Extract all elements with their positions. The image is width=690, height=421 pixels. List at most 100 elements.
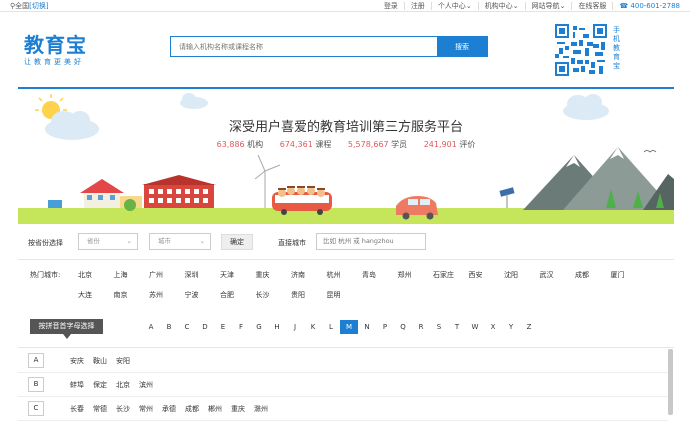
letter-r[interactable]: R (412, 320, 430, 334)
stat-students: 5,578,667 学员 (348, 140, 407, 149)
stat-value: 241,901 (423, 140, 457, 149)
city-link[interactable]: 北京 (116, 380, 130, 390)
city-link[interactable]: 石家庄 (433, 270, 469, 280)
stat-courses: 674,361 课程 (280, 140, 332, 149)
city-link[interactable]: 贵阳 (291, 290, 327, 300)
letter-w[interactable]: W (466, 320, 484, 334)
city-link[interactable]: 合肥 (220, 290, 256, 300)
city-link[interactable]: 济南 (291, 270, 327, 280)
letter-j[interactable]: J (286, 320, 304, 334)
stat-reviews: 241,901 评价 (424, 140, 476, 149)
city-link[interactable]: 上海 (114, 270, 150, 280)
city-link[interactable]: 郴州 (208, 404, 222, 414)
letter-k[interactable]: K (304, 320, 322, 334)
letter-e[interactable]: E (214, 320, 232, 334)
letter-h[interactable]: H (268, 320, 286, 334)
online-service-link[interactable]: 在线客服 (571, 2, 612, 10)
province-select[interactable]: 省份 ⌄ (78, 233, 138, 250)
letter-y[interactable]: Y (502, 320, 520, 334)
logo-slogan: 让教育更美好 (24, 58, 84, 66)
switch-location-link[interactable]: [切换] (29, 2, 48, 10)
letter-z[interactable]: Z (520, 320, 538, 334)
city-link[interactable]: 蚌埠 (70, 380, 84, 390)
city-link[interactable]: 滨州 (139, 380, 153, 390)
city-link[interactable]: 成都 (575, 270, 611, 280)
city-link[interactable]: 西安 (469, 270, 505, 280)
stat-unit: 评价 (459, 140, 476, 149)
letter-d[interactable]: D (196, 320, 214, 334)
city-link[interactable]: 重庆 (231, 404, 245, 414)
city-link[interactable]: 常德 (93, 404, 107, 414)
letter-f[interactable]: F (232, 320, 250, 334)
letter-s[interactable]: S (430, 320, 448, 334)
city-link[interactable]: 宁波 (185, 290, 221, 300)
city-link[interactable]: 长沙 (116, 404, 130, 414)
city-link[interactable]: 长沙 (256, 290, 292, 300)
city-link[interactable]: 天津 (220, 270, 256, 280)
letter-m[interactable]: M (340, 320, 358, 334)
logo-title: 教育宝 (24, 33, 87, 57)
site-nav-label: 网站导航 (531, 2, 560, 10)
city-link[interactable]: 鞍山 (93, 356, 107, 366)
letter-l[interactable]: L (322, 320, 340, 334)
province-row-c: C 长春 常德 长沙 常州 承德 成都 郴州 重庆 滁州 (18, 397, 668, 421)
letter-c[interactable]: C (178, 320, 196, 334)
letter-b[interactable]: B (160, 320, 178, 334)
org-center-label: 机构中心 (484, 2, 513, 10)
location-selector[interactable]: ⚲全国[切换] (10, 0, 49, 12)
city-search-input[interactable]: 比如 杭州 或 hangzhou (316, 233, 426, 250)
city-link[interactable]: 常州 (139, 404, 153, 414)
top-bar: ⚲全国[切换] 登录 注册 个人中心⌄ 机构中心⌄ 网站导航⌄ 在线客服 ☎ 4… (0, 0, 690, 12)
city-link[interactable]: 北京 (78, 270, 114, 280)
site-nav-menu[interactable]: 网站导航⌄ (524, 2, 572, 10)
city-link[interactable]: 滁州 (254, 404, 268, 414)
banner-illustration (18, 93, 674, 224)
search-input[interactable] (171, 37, 437, 56)
location-text: 全国 (15, 2, 30, 10)
register-link[interactable]: 注册 (403, 2, 431, 10)
city-link[interactable]: 苏州 (149, 290, 185, 300)
letter-x[interactable]: X (484, 320, 502, 334)
banner: 深受用户喜爱的教育培训第三方服务平台 63,886 机构 674,361 课程 … (18, 89, 674, 224)
city-link[interactable]: 大连 (78, 290, 114, 300)
user-center-menu[interactable]: 个人中心⌄ (430, 2, 478, 10)
city-select[interactable]: 城市 ⌄ (149, 233, 211, 250)
city-link[interactable]: 青岛 (362, 270, 398, 280)
site-logo[interactable]: 教育宝 让教育更美好 (24, 34, 87, 67)
stat-value: 674,361 (279, 140, 313, 149)
scrollbar-thumb[interactable] (668, 349, 673, 415)
city-link[interactable]: 南京 (114, 290, 150, 300)
city-link[interactable]: 广州 (149, 270, 185, 280)
city-link[interactable]: 杭州 (327, 270, 363, 280)
city-link[interactable]: 安庆 (70, 356, 84, 366)
city-link[interactable]: 昆明 (327, 290, 363, 300)
hot-cities-label: 热门城市: (30, 271, 61, 279)
city-link[interactable]: 长春 (70, 404, 84, 414)
login-link[interactable]: 登录 (378, 2, 404, 10)
letter-p[interactable]: P (376, 320, 394, 334)
city-link[interactable]: 沈阳 (504, 270, 540, 280)
letter-q[interactable]: Q (394, 320, 412, 334)
org-center-menu[interactable]: 机构中心⌄ (477, 2, 525, 10)
city-link[interactable]: 承德 (162, 404, 176, 414)
letter-t[interactable]: T (448, 320, 466, 334)
city-link[interactable]: 厦门 (611, 270, 647, 280)
hot-cities-row-2: 大连 南京 苏州 宁波 合肥 长沙 贵阳 昆明 (78, 290, 362, 300)
city-link[interactable]: 成都 (185, 404, 199, 414)
letter-a[interactable]: A (142, 320, 160, 334)
stat-unit: 机构 (247, 140, 264, 149)
city-link[interactable]: 深圳 (185, 270, 221, 280)
confirm-button[interactable]: 确定 (221, 234, 253, 250)
letter-g[interactable]: G (250, 320, 268, 334)
house-icon (48, 179, 142, 211)
chevron-down-icon: ⌄ (199, 237, 205, 245)
letter-n[interactable]: N (358, 320, 376, 334)
chevron-down-icon: ⌄ (559, 2, 566, 10)
search-button[interactable]: 搜索 (437, 37, 487, 56)
city-link[interactable]: 安阳 (116, 356, 130, 366)
city-link[interactable]: 武汉 (540, 270, 576, 280)
city-link[interactable]: 郑州 (398, 270, 434, 280)
city-link[interactable]: 保定 (93, 380, 107, 390)
city-link[interactable]: 重庆 (256, 270, 292, 280)
bird-icon (643, 150, 657, 153)
